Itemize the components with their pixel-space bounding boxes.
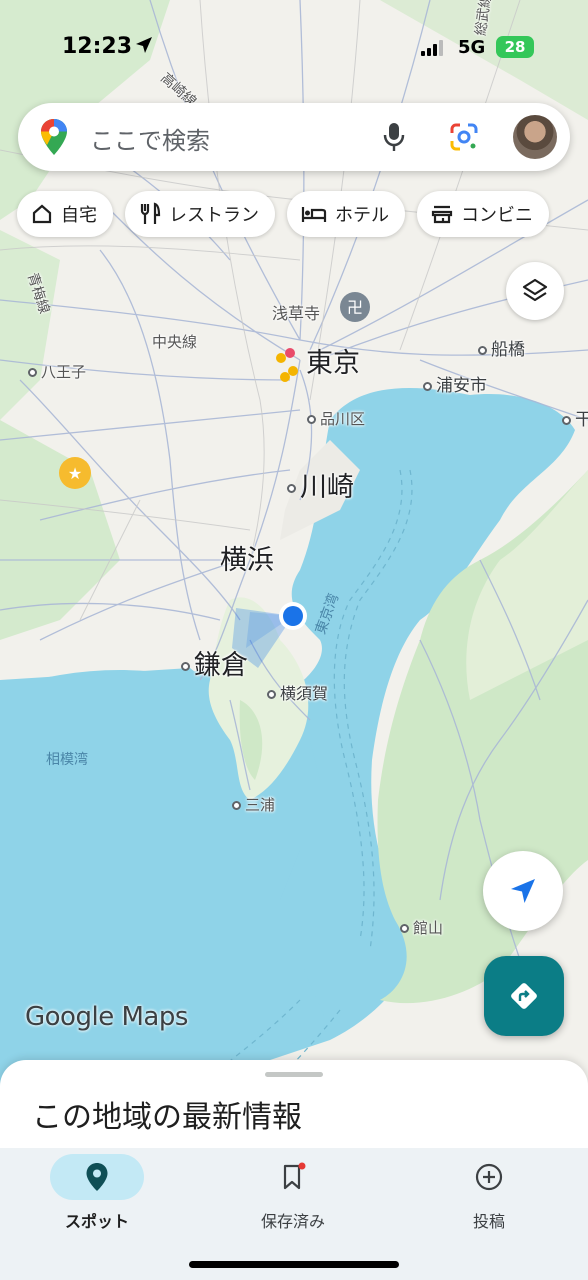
- sheet-drag-handle[interactable]: [265, 1072, 323, 1077]
- tab-post-icon-wrap: [442, 1154, 536, 1200]
- tab-saved-label: 保存済み: [260, 1212, 325, 1231]
- svg-text:★: ★: [68, 464, 82, 483]
- map-label-shinagawa: 品川区: [307, 408, 365, 429]
- map-label-yokosuka: 横須賀: [267, 680, 328, 704]
- chip-hotel[interactable]: ホテル: [287, 191, 405, 237]
- tab-post-label: 投稿: [472, 1212, 505, 1231]
- sheet-title: この地域の最新情報: [32, 1100, 302, 1135]
- tab-spot[interactable]: スポット: [25, 1148, 175, 1248]
- add-circle-icon: [475, 1163, 503, 1191]
- navigation-arrow-icon: [511, 879, 535, 903]
- map-label-tokyo: 東京: [306, 348, 360, 379]
- bookmark-icon: [283, 1162, 306, 1190]
- tab-post[interactable]: 投稿: [417, 1148, 567, 1248]
- chip-label: 自宅: [61, 205, 97, 226]
- svg-text:卍: 卍: [347, 298, 363, 317]
- map-label-miura: 三浦: [232, 794, 275, 815]
- google-maps-pin-icon: [41, 119, 67, 155]
- google-lens-icon[interactable]: [448, 121, 480, 153]
- tab-spot-label: スポット: [64, 1212, 129, 1231]
- battery-level: 28: [504, 38, 526, 56]
- microphone-icon[interactable]: [382, 121, 406, 153]
- directions-icon: [511, 983, 537, 1009]
- account-avatar[interactable]: [513, 115, 557, 159]
- network-type: 5G: [458, 37, 486, 58]
- cellular-signal-icon: [421, 40, 443, 56]
- home-icon: [32, 204, 52, 224]
- tab-active-indicator: [50, 1154, 144, 1200]
- map-label-kamakura: 鎌倉: [181, 643, 248, 682]
- map-label-chuo-line: 中央線: [152, 333, 198, 351]
- convenience-store-icon: [431, 205, 453, 224]
- tab-saved[interactable]: 保存済み: [221, 1148, 371, 1248]
- status-time: 12:23: [62, 34, 133, 59]
- tab-saved-icon-wrap: [246, 1154, 340, 1200]
- bottom-sheet[interactable]: この地域の最新情報: [0, 1060, 588, 1160]
- map-label-sagami-bay: 相模湾: [46, 752, 88, 768]
- restaurant-icon: [140, 202, 161, 224]
- map-label-hachioji: 八王子: [28, 361, 86, 382]
- map-label-funabashi: 船橋: [478, 335, 525, 360]
- chip-restaurant[interactable]: レストラン: [125, 191, 275, 237]
- layers-icon: [522, 278, 548, 302]
- chip-label: レストラン: [169, 205, 259, 226]
- chip-label: ホテル: [335, 205, 389, 226]
- my-location-button[interactable]: [483, 851, 563, 931]
- home-indicator[interactable]: [189, 1261, 399, 1268]
- map-label-tateyama: 館山: [400, 917, 443, 938]
- location-pin-icon: [86, 1163, 108, 1191]
- search-input[interactable]: ここで検索: [90, 121, 210, 156]
- battery-icon: 28: [496, 36, 534, 58]
- status-bar: 12:23 5G 28: [0, 28, 588, 68]
- category-chips: 自宅 レストラン ホテル コンビニ: [17, 191, 549, 237]
- location-services-icon: [136, 37, 152, 53]
- map-label-asakusa: 浅草寺: [272, 304, 321, 323]
- map-label-yokohama: 横浜: [220, 545, 274, 576]
- hotel-icon: [301, 207, 327, 222]
- map-label-edge: 干: [562, 405, 588, 430]
- map-label-urayasu: 浦安市: [423, 371, 487, 396]
- maps-screen: 卍 ★ 青梅線 高崎線 総武線 浅草寺 中央線 東京 船橋 八王子 浦安市 品川…: [0, 0, 588, 1280]
- chip-home[interactable]: 自宅: [17, 191, 113, 237]
- chip-label: コンビニ: [461, 205, 533, 226]
- directions-button[interactable]: [484, 956, 564, 1036]
- chip-convenience-store[interactable]: コンビニ: [417, 191, 549, 237]
- google-maps-logo: Google Maps: [25, 1002, 188, 1032]
- layers-button[interactable]: [506, 262, 564, 320]
- map-label-kawasaki: 川崎: [287, 465, 354, 504]
- search-bar[interactable]: ここで検索: [18, 103, 570, 171]
